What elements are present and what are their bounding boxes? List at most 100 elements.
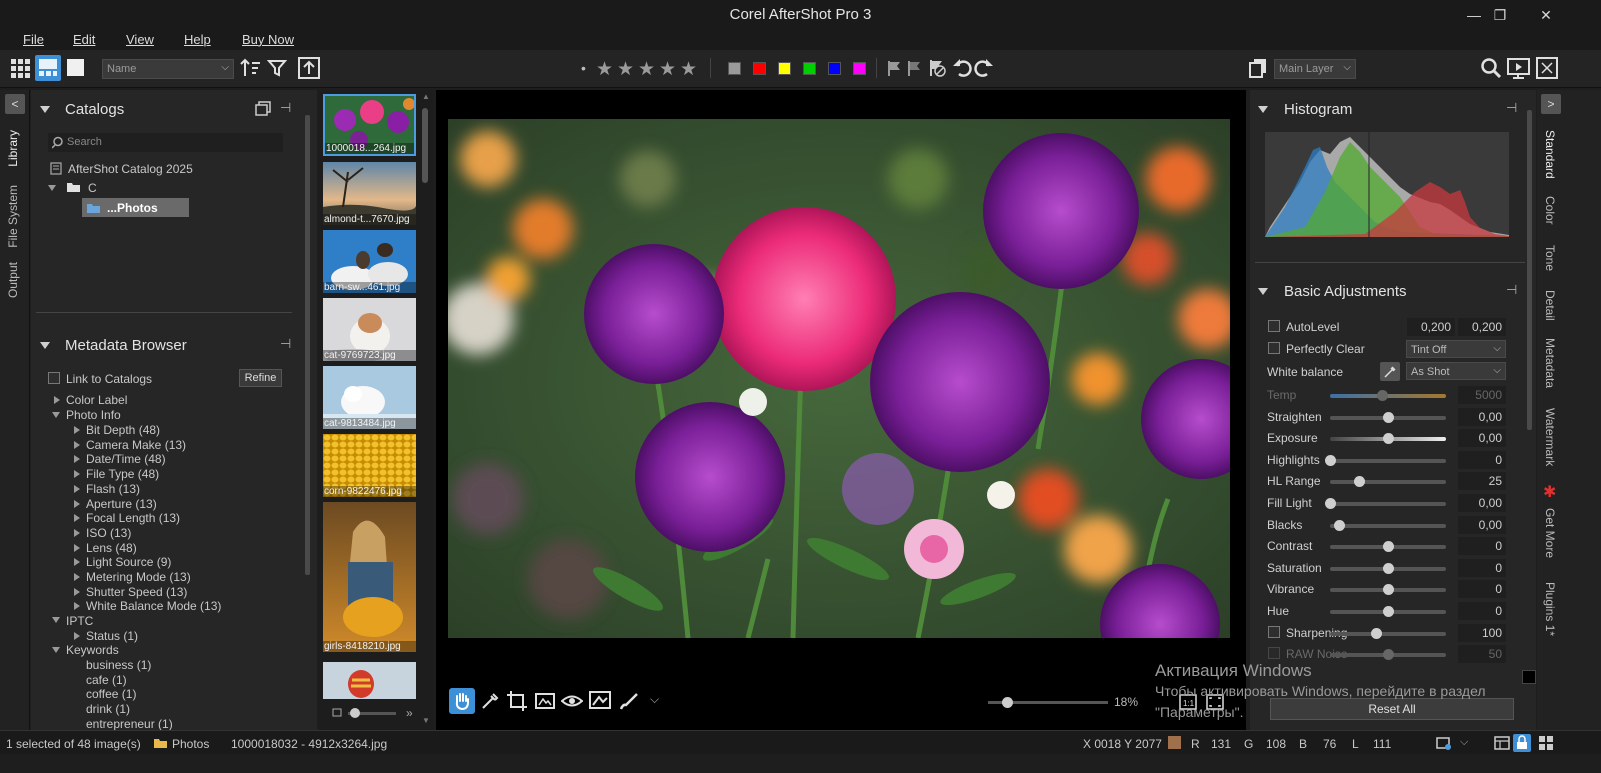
photo-info-expand[interactable]	[74, 484, 80, 493]
tree-photo-info-item[interactable]: File Type (48)	[86, 467, 159, 481]
menu-help[interactable]: Help	[184, 32, 211, 47]
filmstrip-thumb[interactable]: 1000018...264.jpg	[323, 94, 416, 156]
slider-track[interactable]	[1330, 541, 1446, 553]
scroll-down-icon[interactable]: ▼	[422, 716, 430, 725]
photo-info-expand[interactable]	[52, 412, 60, 418]
catalog-search-input[interactable]: Search	[48, 133, 283, 152]
layer-select[interactable]: Main Layer ⌵	[1274, 59, 1356, 79]
slider-knob[interactable]	[1354, 476, 1365, 488]
photo-info-expand[interactable]	[74, 470, 80, 479]
slider-track[interactable]	[1325, 498, 1446, 509]
filmstrip-more-button[interactable]: »	[406, 706, 413, 720]
tree-photo-info-item[interactable]: Focal Length (13)	[86, 511, 180, 525]
tab-get-more[interactable]: Get More	[1543, 508, 1557, 558]
thumb-size-slider[interactable]	[348, 708, 396, 718]
layers-icon[interactable]	[1249, 58, 1267, 78]
split-view-button[interactable]	[35, 55, 61, 81]
filmstrip-thumb[interactable]	[323, 662, 416, 699]
slider-enable-checkbox[interactable]	[1268, 647, 1280, 660]
filmstrip-thumb[interactable]: almond-t...7670.jpg	[323, 162, 416, 225]
color-label-magenta[interactable]	[853, 62, 866, 75]
photo-info-expand[interactable]	[74, 455, 80, 464]
filmstrip-thumb[interactable]: cat-9769723.jpg	[323, 298, 416, 361]
filmstrip-thumb[interactable]: girls-8418210.jpg	[323, 502, 416, 652]
tab-metadata[interactable]: Metadata	[1543, 338, 1557, 388]
tree-photo-info-item[interactable]: Bit Depth (48)	[86, 423, 160, 437]
iptc-expand[interactable]	[52, 617, 60, 623]
tree-iptc-status[interactable]: Status (1)	[86, 629, 138, 643]
tree-photo-info-item[interactable]: Light Source (9)	[86, 555, 171, 569]
tree-color-label[interactable]: Color Label	[66, 393, 127, 407]
slider-track[interactable]	[1330, 562, 1446, 574]
tab-watermark[interactable]: Watermark	[1543, 408, 1557, 466]
filmstrip-thumb[interactable]: cat-9813484.jpg	[323, 366, 416, 429]
maximize-button[interactable]: ❐	[1482, 4, 1518, 26]
keywords-expand[interactable]	[52, 647, 60, 653]
menu-buy-now[interactable]: Buy Now	[242, 32, 294, 47]
catalog-item[interactable]: AfterShot Catalog 2025	[68, 162, 193, 176]
drive-item[interactable]: C	[88, 181, 97, 195]
fullscreen-icon[interactable]	[1536, 57, 1558, 79]
photo-info-expand[interactable]	[74, 440, 80, 449]
slider-value-input[interactable]: 0,00	[1458, 515, 1506, 534]
slider-track[interactable]	[1325, 454, 1446, 466]
slider-track[interactable]	[1330, 433, 1446, 445]
tab-standard[interactable]: Standard	[1543, 130, 1557, 179]
slider-knob[interactable]	[1325, 454, 1336, 466]
catalogs-collapse-toggle[interactable]	[40, 106, 50, 113]
collapse-left-panel-button[interactable]: <	[5, 94, 25, 114]
slider-track[interactable]	[1330, 411, 1446, 423]
grid-layout-icon[interactable]	[1538, 735, 1554, 751]
rating-star-2-icon[interactable]: ★	[617, 58, 634, 81]
color-label-blue[interactable]	[828, 62, 841, 75]
menu-edit[interactable]: Edit	[73, 32, 95, 47]
tree-photo-info-item[interactable]: ISO (13)	[86, 526, 131, 540]
new-catalog-icon[interactable]	[255, 101, 271, 117]
tree-photo-info-item[interactable]: Lens (48)	[86, 541, 137, 555]
tab-tone[interactable]: Tone	[1543, 245, 1557, 271]
search-icon[interactable]	[1480, 57, 1502, 79]
slider-track[interactable]	[1330, 390, 1446, 401]
export-icon[interactable]	[297, 56, 321, 80]
filmstrip-thumb[interactable]: corn-9822476.jpg	[323, 434, 416, 497]
tree-iptc[interactable]: IPTC	[66, 614, 93, 628]
rotate-right-icon[interactable]	[973, 57, 995, 79]
tab-file-system[interactable]: File System	[6, 185, 20, 248]
slider-knob[interactable]	[1383, 584, 1394, 596]
slider-knob[interactable]	[1383, 562, 1394, 574]
zoom-slider[interactable]	[988, 697, 1108, 708]
photo-info-expand[interactable]	[74, 558, 80, 567]
tree-keywords[interactable]: Keywords	[66, 643, 119, 657]
lock-button[interactable]	[1513, 734, 1531, 752]
tools-more-chevron-icon[interactable]: ⌵	[650, 692, 659, 707]
right-panel-scrollbar[interactable]	[1527, 110, 1532, 430]
photo-info-expand[interactable]	[74, 587, 80, 596]
slideshow-icon[interactable]	[1507, 57, 1531, 79]
straighten-icon[interactable]	[534, 691, 556, 711]
autolevel-value-2[interactable]: 0,200	[1458, 318, 1506, 336]
sort-order-icon[interactable]	[240, 57, 262, 79]
slider-value-input[interactable]: 0,00	[1458, 429, 1506, 448]
retouch-icon[interactable]	[588, 689, 612, 711]
sort-select[interactable]: Name ⌵	[102, 59, 234, 79]
tree-keyword-item[interactable]: business (1)	[86, 658, 151, 672]
rotate-left-icon[interactable]	[951, 57, 973, 79]
slider-track[interactable]	[1330, 627, 1446, 639]
perfectly-clear-checkbox[interactable]	[1268, 342, 1280, 354]
photo-info-expand[interactable]	[74, 573, 80, 581]
tree-keyword-item[interactable]: drink (1)	[86, 702, 130, 716]
rating-star-4-icon[interactable]: ★	[659, 58, 676, 81]
rating-star-3-icon[interactable]: ★	[638, 58, 655, 81]
slider-value-input[interactable]: 0	[1458, 450, 1506, 469]
color-management-icon[interactable]	[1436, 735, 1452, 751]
slider-track[interactable]	[1330, 519, 1446, 531]
single-view-icon[interactable]	[66, 58, 86, 78]
autolevel-checkbox[interactable]	[1268, 320, 1280, 332]
hand-tool-button[interactable]	[449, 688, 475, 714]
pin-icon[interactable]: ⊣	[1506, 282, 1517, 298]
slider-knob[interactable]	[1383, 433, 1394, 445]
iptc-status-expand[interactable]	[74, 632, 80, 640]
grid-view-icon[interactable]	[10, 58, 30, 78]
slider-knob[interactable]	[1383, 649, 1394, 661]
pin-icon[interactable]: ⊣	[1506, 100, 1517, 116]
